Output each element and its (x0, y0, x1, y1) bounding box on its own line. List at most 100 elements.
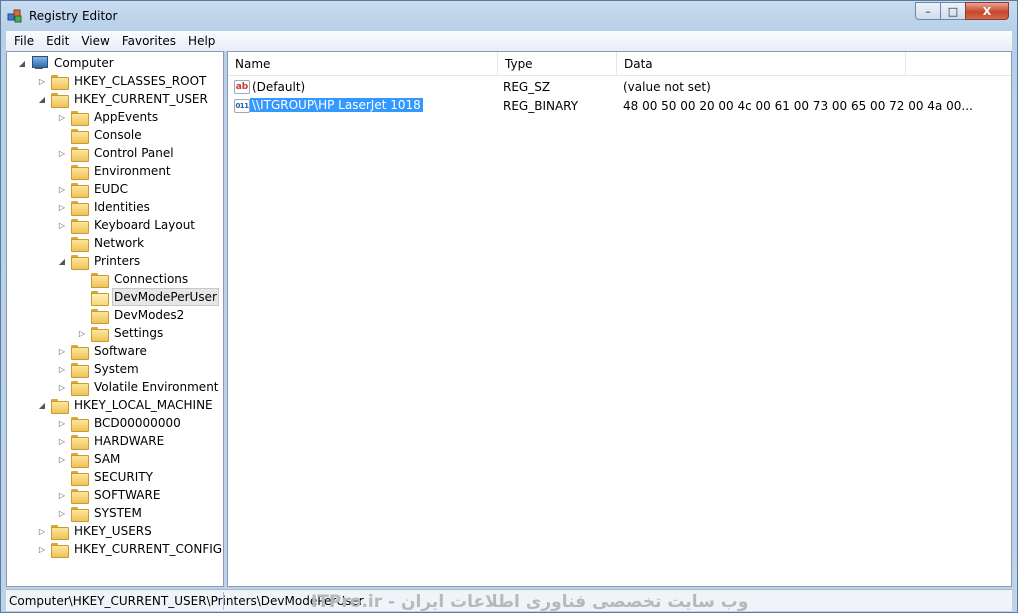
collapse-arrow-icon[interactable]: ◢ (37, 400, 47, 410)
tree-item-label: HKEY_CLASSES_ROOT (74, 74, 207, 88)
tree-item[interactable]: ▷ SYSTEM (57, 504, 144, 522)
value-name: (Default) (252, 80, 306, 94)
close-button[interactable]: X (965, 2, 1009, 20)
minimize-button[interactable]: – (915, 2, 941, 20)
tree-item[interactable]: ▷ Software (57, 342, 149, 360)
expand-arrow-icon[interactable]: ▷ (57, 202, 67, 212)
tree-item[interactable]: Connections (77, 270, 190, 288)
tree-item[interactable]: ▷ Control Panel (57, 144, 176, 162)
title-bar[interactable]: Registry Editor – □ X (1, 1, 1017, 31)
value-row[interactable]: ab (Default) REG_SZ (value not set) (228, 78, 1011, 97)
value-data: 48 00 50 00 20 00 4c 00 61 00 73 00 65 0… (623, 99, 973, 113)
binary-value-icon: 011 (234, 99, 250, 113)
registry-editor-icon (7, 9, 22, 23)
folder-icon (51, 92, 69, 108)
tree-item-label: Volatile Environment (94, 380, 219, 394)
tree-item[interactable]: ▷ SOFTWARE (57, 486, 162, 504)
menu-favorites[interactable]: Favorites (116, 34, 182, 48)
tree-item[interactable]: Environment (57, 162, 173, 180)
folder-icon (71, 110, 89, 126)
folder-icon (91, 308, 109, 324)
expand-arrow-icon[interactable]: ▷ (57, 490, 67, 500)
maximize-button[interactable]: □ (940, 2, 966, 20)
expand-arrow-icon[interactable]: ▷ (57, 346, 67, 356)
tree-item[interactable]: ▷ HKEY_USERS (37, 522, 154, 540)
tree-item-label: SAM (94, 452, 121, 466)
menu-edit[interactable]: Edit (40, 34, 75, 48)
expand-arrow-icon[interactable]: ▷ (57, 184, 67, 194)
string-value-icon: ab (234, 80, 250, 94)
tree-item[interactable]: Network (57, 234, 146, 252)
collapse-arrow-icon[interactable]: ◢ (57, 256, 67, 266)
expand-arrow-icon[interactable]: ▷ (57, 382, 67, 392)
status-bar: Computer\HKEY_CURRENT_USER\Printers\DevM… (6, 589, 1012, 612)
tree-item[interactable]: DevModePerUser (77, 288, 219, 306)
tree-item[interactable]: SECURITY (57, 468, 155, 486)
tree-item-label: Identities (94, 200, 150, 214)
menu-help[interactable]: Help (182, 34, 221, 48)
tree-item[interactable]: ▷ System (57, 360, 141, 378)
folder-icon (71, 236, 89, 252)
column-header-type[interactable]: Type (498, 52, 617, 76)
computer-icon (31, 56, 48, 70)
tree-item[interactable]: ◢ HKEY_CURRENT_USER (37, 90, 210, 108)
expand-arrow-icon[interactable]: ▷ (37, 76, 47, 86)
value-type: REG_SZ (503, 80, 551, 94)
folder-icon (71, 218, 89, 234)
tree-item[interactable]: Console (57, 126, 144, 144)
tree-item-label: HKEY_USERS (74, 524, 152, 538)
column-header-data[interactable]: Data (617, 52, 906, 76)
tree-item[interactable]: ◢ Computer (17, 54, 116, 72)
expand-arrow-icon[interactable]: ▷ (57, 418, 67, 428)
tree-item-label: SYSTEM (94, 506, 142, 520)
registry-tree[interactable]: ◢ Computer ▷ HKEY_CLASSES_ROOT ◢ HKEY_CURRENT… (6, 51, 224, 587)
tree-item-label: SECURITY (94, 470, 153, 484)
expand-arrow-icon[interactable]: ▷ (37, 526, 47, 536)
watermark-text: وب سایت تخصصی فناوری اطلاعات ایران - ITP… (311, 592, 749, 612)
value-row[interactable]: 011 \\ITGROUP\HP LaserJet 1018 REG_BINAR… (228, 97, 1011, 116)
tree-item[interactable]: ▷ Settings (77, 324, 165, 342)
tree-item[interactable]: ▷ EUDC (57, 180, 130, 198)
tree-item[interactable]: ▷ Keyboard Layout (57, 216, 197, 234)
expand-arrow-icon[interactable]: ▷ (37, 544, 47, 554)
value-data: (value not set) (623, 80, 711, 94)
tree-item-label: Printers (94, 254, 141, 268)
tree-item[interactable]: ▷ AppEvents (57, 108, 160, 126)
expand-arrow-icon[interactable]: ▷ (57, 148, 67, 158)
expand-arrow-icon[interactable]: ▷ (57, 454, 67, 464)
folder-icon (71, 200, 89, 216)
tree-item[interactable]: ▷ HARDWARE (57, 432, 166, 450)
collapse-arrow-icon[interactable]: ◢ (37, 94, 47, 104)
folder-icon (51, 524, 69, 540)
tree-item[interactable]: ▷ SAM (57, 450, 122, 468)
tree-item-label: DevModePerUser (112, 288, 219, 306)
menu-view[interactable]: View (75, 34, 115, 48)
tree-item[interactable]: ◢ Printers (57, 252, 142, 270)
folder-icon (71, 452, 89, 468)
expand-arrow-icon[interactable]: ▷ (57, 436, 67, 446)
tree-item-label: HKEY_LOCAL_MACHINE (74, 398, 213, 412)
menu-file[interactable]: File (8, 34, 40, 48)
tree-item[interactable]: ▷ BCD00000000 (57, 414, 183, 432)
tree-item-label: Network (94, 236, 145, 250)
expand-arrow-icon[interactable]: ▷ (57, 220, 67, 230)
collapse-arrow-icon[interactable]: ◢ (17, 58, 27, 68)
expand-arrow-icon[interactable]: ▷ (77, 328, 87, 338)
tree-item-label: Computer (54, 56, 114, 70)
tree-item[interactable]: ▷ HKEY_CLASSES_ROOT (37, 72, 208, 90)
tree-item-label: HKEY_CURRENT_USER (74, 92, 208, 106)
tree-item[interactable]: ▷ Identities (57, 198, 152, 216)
expand-arrow-icon[interactable]: ▷ (57, 508, 67, 518)
tree-item-label: System (94, 362, 139, 376)
expand-arrow-icon[interactable]: ▷ (57, 364, 67, 374)
tree-item[interactable]: DevModes2 (77, 306, 186, 324)
folder-icon (71, 362, 89, 378)
tree-item[interactable]: ▷ HKEY_CURRENT_CONFIG (37, 540, 223, 558)
tree-item[interactable]: ◢ HKEY_LOCAL_MACHINE (37, 396, 215, 414)
tree-item-label: Keyboard Layout (94, 218, 196, 232)
expand-arrow-icon[interactable]: ▷ (57, 112, 67, 122)
values-list[interactable]: Name Type Data ab (Default) REG_SZ (valu… (227, 51, 1012, 587)
tree-item[interactable]: ▷ Volatile Environment (57, 378, 221, 396)
column-header-name[interactable]: Name (228, 52, 498, 76)
